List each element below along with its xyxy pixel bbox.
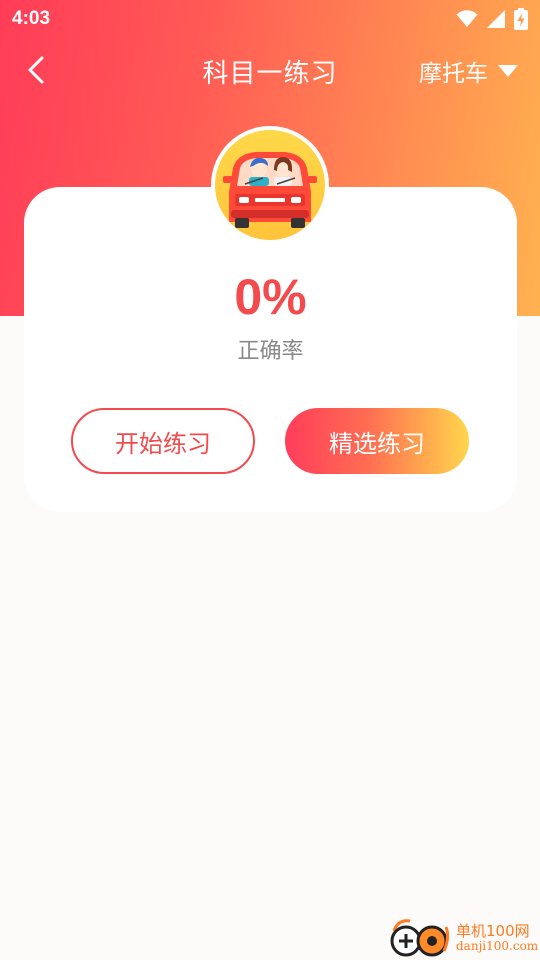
battery-charging-icon: [514, 8, 528, 30]
status-icons: [456, 8, 528, 30]
vehicle-type-dropdown[interactable]: 摩托车: [419, 54, 518, 88]
avatar: [211, 126, 329, 244]
danji100-logo-icon: [390, 919, 450, 957]
accuracy-label: 正确率: [237, 339, 304, 364]
vehicle-type-label: 摩托车: [419, 61, 488, 87]
accuracy-value: 0%: [234, 269, 307, 325]
signal-icon: [487, 10, 505, 28]
watermark-name: 单机100网: [456, 921, 530, 940]
selected-practice-button[interactable]: 精选练习: [285, 408, 469, 474]
start-practice-button[interactable]: 开始练习: [71, 408, 255, 474]
status-bar: 4:03: [0, 0, 540, 38]
wifi-icon: [456, 10, 478, 27]
status-time: 4:03: [12, 8, 51, 29]
watermark-url: danji100.com: [456, 938, 539, 953]
watermark: 单机100网 danji100.com: [388, 916, 540, 960]
app-bar: 科目一练习 摩托车: [0, 44, 540, 96]
car-illustration: [215, 130, 325, 240]
caret-down-icon: [498, 65, 518, 77]
